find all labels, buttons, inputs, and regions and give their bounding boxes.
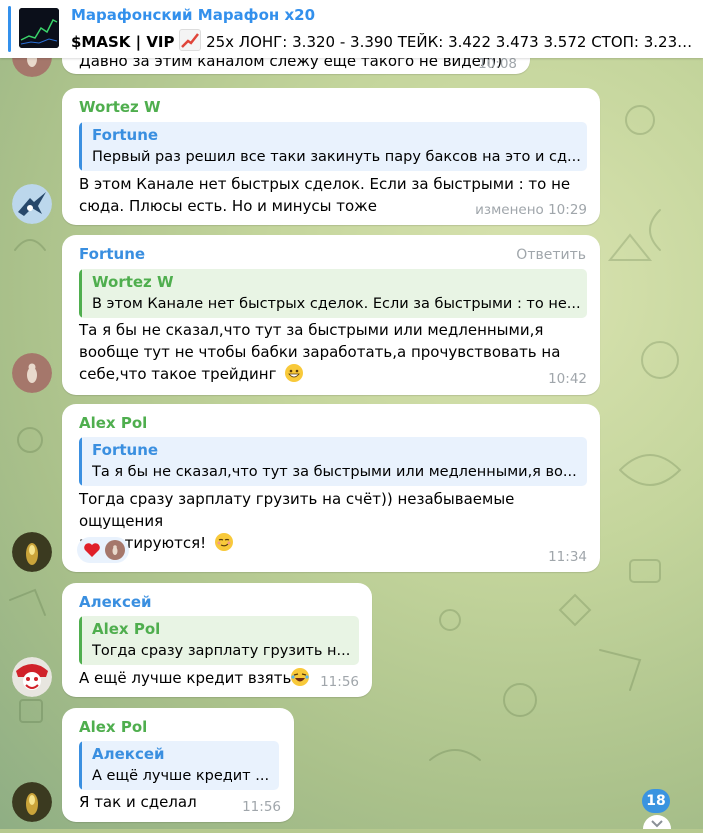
message-bubble[interactable]: Алексей Alex Pol Тогда сразу зарплату гр… [62, 583, 372, 697]
pin-indicator [8, 6, 11, 52]
reply-quote[interactable]: Wortez W В этом Канале нет быстрых сдело… [79, 269, 587, 318]
avatar[interactable] [12, 184, 52, 224]
reply-quote[interactable]: Fortune Первый раз решил все таки закину… [79, 122, 587, 171]
scroll-down-button[interactable] [643, 812, 671, 829]
reply-quote[interactable]: Алексей А ещё лучше кредит ... [79, 741, 279, 790]
message-bubble[interactable]: Alex Pol Fortune Та я бы не сказал,что т… [62, 404, 600, 572]
avatar[interactable] [12, 657, 52, 697]
message-bubble[interactable]: Alex Pol Алексей А ещё лучше кредит ... … [62, 708, 294, 822]
message-time: 11:34 [548, 549, 587, 565]
message-time: 11:56 [320, 674, 359, 690]
grin-sweat-emoji [285, 364, 304, 382]
unread-count-badge[interactable]: 18 [642, 789, 670, 813]
quote-bar [79, 269, 82, 318]
reply-button[interactable]: Ответить [516, 247, 586, 263]
message-bubble[interactable]: Fortune Ответить Wortez W В этом Канале … [62, 235, 600, 395]
message-time: 11:56 [242, 799, 281, 815]
avatar[interactable] [12, 782, 52, 822]
reply-quote[interactable]: Alex Pol Тогда сразу зарплату грузить н.… [79, 616, 359, 665]
avatar[interactable] [12, 532, 52, 572]
message-text: Тогда сразу зарплату грузить на счёт)) н… [79, 488, 600, 554]
quote-text: Та я бы не сказал,что тут за быстрыми ил… [92, 464, 577, 480]
quote-author: Fortune [92, 126, 159, 144]
sender-name[interactable]: Wortez W [79, 98, 161, 116]
message-line: Тогда сразу зарплату грузить на счёт)) н… [79, 490, 515, 530]
reply-quote[interactable]: Fortune Та я бы не сказал,что тут за быс… [79, 437, 587, 486]
chart-emoji [179, 29, 202, 51]
quote-bar [79, 122, 82, 171]
message-time: 10:42 [548, 371, 587, 387]
pinned-ticker: $MASK | VIP [71, 33, 175, 51]
pinned-chat-title: Марафонский Марафон х20 [71, 6, 316, 24]
quote-author: Алексей [92, 745, 165, 763]
pinned-rest: 25x ЛОНГ: 3.320 - 3.390 ТЕЙК: 3.422 3.47… [201, 33, 696, 51]
message-bubble[interactable]: Wortez W Fortune Первый раз решил все та… [62, 88, 600, 225]
message-line: А ещё лучше кредит взять [79, 669, 292, 687]
reaction-pill[interactable] [77, 537, 129, 563]
message-line: себе,что такое трейдинг [79, 365, 277, 383]
message-line: вообще тут не чтобы бабки заработать,а п… [79, 343, 561, 361]
quote-text: В этом Канале нет быстрых сделок. Если з… [92, 296, 581, 312]
quote-text: А ещё лучше кредит ... [92, 768, 270, 784]
quote-author: Alex Pol [92, 620, 161, 638]
message-time: изменено 10:29 [475, 202, 587, 218]
red-heart-icon [84, 543, 100, 557]
message-line: Та я бы не сказал,что тут за быстрыми ил… [79, 321, 544, 339]
sender-name[interactable]: Fortune [79, 245, 145, 263]
quote-bar [79, 741, 82, 790]
sender-name[interactable]: Alex Pol [79, 414, 147, 432]
quote-bar [79, 437, 82, 486]
pinned-message-bar[interactable]: Марафонский Марафон х20 $MASK | VIP 25x … [0, 0, 703, 58]
quote-bar [79, 616, 82, 665]
reactor-avatar [105, 540, 125, 560]
avatar[interactable] [12, 353, 52, 393]
smirk-emoji [214, 533, 233, 551]
quote-text: Тогда сразу зарплату грузить н... [92, 643, 351, 659]
sender-name[interactable]: Алексей [79, 593, 152, 611]
pin-thumbnail [19, 8, 59, 48]
pinned-message-text: $MASK | VIP 25x ЛОНГ: 3.320 - 3.390 ТЕЙК… [71, 29, 696, 51]
quote-author: Wortez W [92, 273, 174, 291]
quote-author: Fortune [92, 441, 159, 459]
sender-name[interactable]: Alex Pol [79, 718, 147, 736]
message-text: Та я бы не сказал,что тут за быстрыми ил… [79, 319, 560, 385]
laughing-emoji [291, 668, 310, 686]
message-time: 10:08 [478, 56, 517, 72]
message-line: В этом Канале нет быстрых сделок. Если з… [79, 175, 571, 193]
message-text: Я так и сделал [79, 793, 197, 811]
quote-text: Первый раз решил все таки закинуть пару … [92, 149, 581, 165]
message-text: А ещё лучше кредит взять [79, 667, 310, 689]
